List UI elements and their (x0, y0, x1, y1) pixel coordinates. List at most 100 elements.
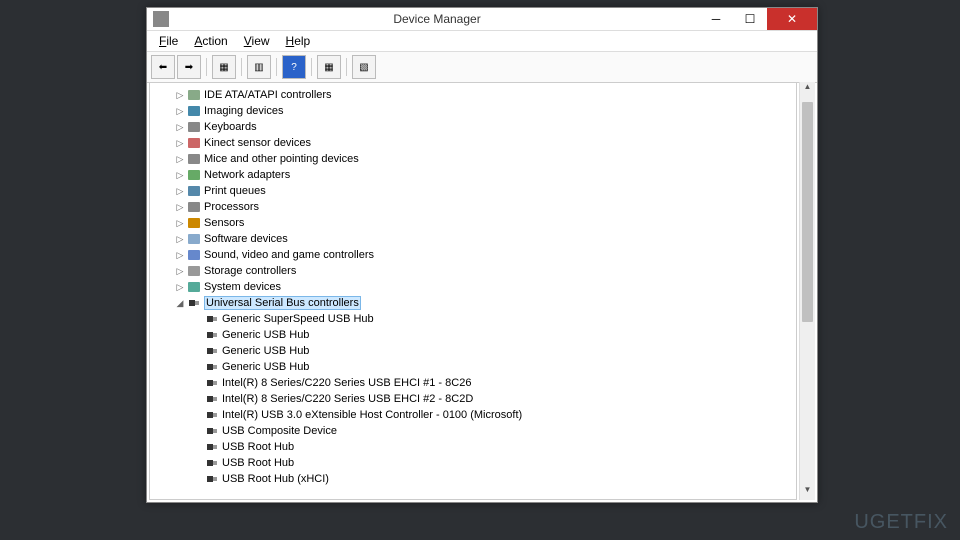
expander-icon[interactable]: ▷ (174, 154, 186, 165)
separator (276, 58, 277, 76)
menubar: File Action View Help (147, 31, 817, 52)
properties-button[interactable]: ▥ (247, 55, 271, 79)
expander-icon[interactable]: ▷ (174, 90, 186, 101)
sensor-icon (186, 216, 202, 230)
usb-icon (204, 360, 220, 374)
cpu-icon (186, 200, 202, 214)
usb-icon (204, 456, 220, 470)
tree-item-label: USB Root Hub (222, 457, 294, 469)
tree-item-label: Processors (204, 201, 259, 213)
tree-item-label: Generic USB Hub (222, 345, 309, 357)
menu-file[interactable]: File (151, 32, 186, 50)
tree-item-label: Software devices (204, 233, 288, 245)
tree-item-label: Intel(R) 8 Series/C220 Series USB EHCI #… (222, 377, 471, 389)
tree-item[interactable]: Generic USB Hub (156, 359, 796, 375)
show-hide-tree-button[interactable]: ▦ (212, 55, 236, 79)
expander-icon[interactable]: ◢ (174, 298, 186, 309)
tree-item-label: USB Root Hub (xHCI) (222, 473, 329, 485)
maximize-button[interactable]: ☐ (733, 8, 767, 30)
tree-item-label: Intel(R) USB 3.0 eXtensible Host Control… (222, 409, 522, 421)
menu-action[interactable]: Action (186, 32, 235, 50)
menu-view[interactable]: View (236, 32, 278, 50)
help-button[interactable]: ? (282, 55, 306, 79)
usb-icon (204, 376, 220, 390)
tree-item[interactable]: ▷ Software devices (156, 231, 796, 247)
expander-icon[interactable]: ▷ (174, 138, 186, 149)
device-tree[interactable]: ▷ IDE ATA/ATAPI controllers ▷Imaging devic… (149, 82, 797, 500)
tree-item[interactable]: ▷ Storage controllers (156, 263, 796, 279)
keyboard-icon (186, 120, 202, 134)
scroll-down-icon[interactable]: ▼ (800, 485, 815, 500)
usb-icon (204, 440, 220, 454)
tree-item[interactable]: ▷ IDE ATA/ATAPI controllers (156, 87, 796, 103)
expander-icon[interactable]: ▷ (174, 106, 186, 117)
tree-item-label: Generic SuperSpeed USB Hub (222, 313, 374, 325)
minimize-button[interactable]: ─ (699, 8, 733, 30)
expander-icon[interactable]: ▷ (174, 234, 186, 245)
scroll-up-icon[interactable]: ▲ (800, 82, 815, 97)
window-controls: ─ ☐ ✕ (699, 8, 817, 30)
ide-icon (186, 88, 202, 102)
tree-item[interactable]: Generic USB Hub (156, 343, 796, 359)
expander-icon[interactable]: ▷ (174, 122, 186, 133)
tree-item[interactable]: Generic USB Hub (156, 327, 796, 343)
forward-button[interactable]: ➡ (177, 55, 201, 79)
scan-hardware-button[interactable]: ▦ (317, 55, 341, 79)
scrollbar-thumb[interactable] (802, 102, 813, 322)
separator (346, 58, 347, 76)
tree-item-label: Keyboards (204, 121, 257, 133)
usb-icon (204, 424, 220, 438)
tree-item-label: Network adapters (204, 169, 290, 181)
expander-icon[interactable]: ▷ (174, 266, 186, 277)
tree-item[interactable]: USB Root Hub (156, 455, 796, 471)
tree-item-label: Storage controllers (204, 265, 296, 277)
imaging-icon (186, 104, 202, 118)
usb-icon (204, 472, 220, 486)
tree-item[interactable]: ▷ Network adapters (156, 167, 796, 183)
tree-item-label: IDE ATA/ATAPI controllers (204, 89, 332, 101)
kinect-icon (186, 136, 202, 150)
separator (241, 58, 242, 76)
device-manager-window: Device Manager ─ ☐ ✕ File Action View He… (146, 7, 818, 503)
tree-item[interactable]: ▷ Print queues (156, 183, 796, 199)
expander-icon[interactable]: ▷ (174, 250, 186, 261)
usb-icon (204, 408, 220, 422)
tree-item[interactable]: ▷System devices (156, 279, 796, 295)
printer-icon (186, 184, 202, 198)
expander-icon[interactable]: ▷ (174, 282, 186, 293)
tree-item[interactable]: Intel(R) 8 Series/C220 Series USB EHCI #… (156, 391, 796, 407)
back-button[interactable]: ⬅ (151, 55, 175, 79)
usb-icon (186, 296, 202, 310)
vertical-scrollbar[interactable]: ▲ ▼ (799, 82, 815, 500)
tree-item[interactable]: ▷Mice and other pointing devices (156, 151, 796, 167)
tree-item-label: USB Composite Device (222, 425, 337, 437)
tree-item[interactable]: ▷ Keyboards (156, 119, 796, 135)
tree-item[interactable]: ▷Sensors (156, 215, 796, 231)
tree-item[interactable]: USB Root Hub (156, 439, 796, 455)
titlebar[interactable]: Device Manager ─ ☐ ✕ (147, 8, 817, 31)
tree-item[interactable]: ▷Sound, video and game controllers (156, 247, 796, 263)
tree-item[interactable]: Intel(R) USB 3.0 eXtensible Host Control… (156, 407, 796, 423)
tree-item[interactable]: USB Composite Device (156, 423, 796, 439)
close-button[interactable]: ✕ (767, 8, 817, 30)
menu-help[interactable]: Help (278, 32, 319, 50)
tree-item[interactable]: Generic SuperSpeed USB Hub (156, 311, 796, 327)
tree-item[interactable]: Intel(R) 8 Series/C220 Series USB EHCI #… (156, 375, 796, 391)
expander-icon[interactable]: ▷ (174, 186, 186, 197)
tree-item[interactable]: ▷Imaging devices (156, 103, 796, 119)
usb-icon (204, 328, 220, 342)
tree-item-label: Print queues (204, 185, 266, 197)
expander-icon[interactable]: ▷ (174, 202, 186, 213)
content-area: ▷ IDE ATA/ATAPI controllers ▷Imaging devic… (147, 80, 817, 502)
system-icon (186, 280, 202, 294)
separator (206, 58, 207, 76)
tree-item[interactable]: ▷Kinect sensor devices (156, 135, 796, 151)
expander-icon[interactable]: ▷ (174, 218, 186, 229)
tree-item[interactable]: USB Root Hub (xHCI) (156, 471, 796, 487)
expander-icon[interactable]: ▷ (174, 170, 186, 181)
tree-item[interactable]: ◢Universal Serial Bus controllers (156, 295, 796, 311)
tree-item[interactable]: ▷ Processors (156, 199, 796, 215)
toolbar-button[interactable]: ▧ (352, 55, 376, 79)
storage-icon (186, 264, 202, 278)
usb-icon (204, 312, 220, 326)
